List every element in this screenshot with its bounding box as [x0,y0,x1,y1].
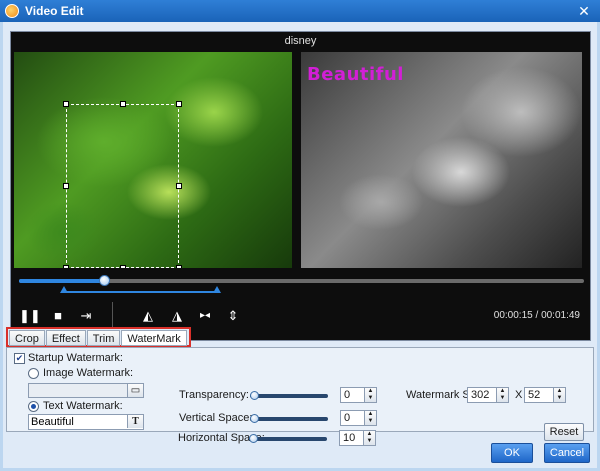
spinner-arrows-icon[interactable]: ▲ ▼ [553,388,565,402]
output-preview: Beautiful [301,52,582,268]
pause-icon[interactable]: ❚❚ [19,307,41,325]
trim-range [63,291,217,293]
image-watermark-label: Image Watermark: [43,367,134,379]
flip-vertical-icon[interactable]: ⇕ [224,307,242,325]
dialog-body: disney Beautiful ❚❚ ■ ⇥ ◭ ◮ ▸◂ ⇕ 00:00:1… [3,22,597,468]
vertical-space-spinner[interactable]: 0 ▲ ▼ [340,410,377,426]
crop-handle-right[interactable] [176,183,182,189]
slider-knob[interactable] [249,434,258,443]
window-title: Video Edit [25,4,84,18]
image-path-field[interactable]: ▭ [28,383,144,398]
watermark-width-spinner[interactable]: 302 ▲ ▼ [467,387,509,403]
horizontal-space-slider[interactable] [249,434,327,444]
slider-track [249,437,327,441]
snapshot-icon[interactable]: ⇥ [77,307,95,325]
transparency-spinner[interactable]: 0 ▲ ▼ [340,387,377,403]
rotate-left-icon[interactable]: ◭ [139,307,157,325]
radio-off-icon [28,367,39,379]
horizontal-space-spinner[interactable]: 10 ▲ ▼ [339,430,376,446]
spinner-arrows-icon[interactable]: ▲ ▼ [363,431,375,445]
reset-button[interactable]: Reset [544,423,584,441]
transparency-value: 0 [344,389,351,401]
flip-horizontal-icon[interactable]: ▸◂ [196,307,214,325]
watermark-width-value: 302 [471,389,490,401]
trim-start-marker[interactable] [60,286,68,293]
video-filename: disney [284,35,317,47]
crop-handle-left[interactable] [63,183,69,189]
crop-handle-top-left[interactable] [63,101,69,107]
spinner-arrows-icon[interactable]: ▲ ▼ [364,388,376,402]
watermark-preview-text: Beautiful [307,64,404,85]
stop-icon[interactable]: ■ [49,307,67,325]
vertical-space-slider[interactable] [250,414,328,424]
crop-handle-bottom-right[interactable] [176,265,182,268]
tab-trim[interactable]: Trim [86,330,121,346]
text-watermark-field[interactable]: T [28,414,144,430]
size-x-label: X [515,389,523,401]
crop-handle-bottom[interactable] [119,265,126,268]
watermark-height-spinner[interactable]: 52 ▲ ▼ [524,387,566,403]
crop-selection[interactable] [63,101,182,268]
slider-knob[interactable] [250,391,259,400]
text-watermark-radio[interactable]: Text Watermark: [28,400,123,412]
tab-watermark[interactable]: WaterMark [121,330,187,346]
controls-divider [112,302,113,330]
startup-watermark-checkbox[interactable]: ✔ Startup Watermark: [14,352,123,364]
transparency-label: Transparency: [179,389,249,401]
startup-watermark-label: Startup Watermark: [28,352,123,364]
time-readout: 00:00:15 / 00:01:49 [494,310,580,321]
folder-icon[interactable]: ▭ [127,384,143,397]
text-format-icon[interactable]: T [127,415,143,428]
horizontal-space-value: 10 [343,432,356,444]
image-path-input[interactable] [29,384,127,397]
edit-tabs: Crop Effect Trim WaterMark [6,327,191,347]
image-watermark-radio[interactable]: Image Watermark: [28,367,133,379]
text-watermark-input[interactable] [29,415,127,428]
crop-handle-top[interactable] [119,101,126,107]
slider-track [250,394,328,398]
watermark-height-value: 52 [528,389,541,401]
app-icon [5,4,19,18]
time-separator: / [535,310,539,321]
slider-knob[interactable] [250,414,259,423]
timeline-knob[interactable] [98,275,110,286]
transparency-slider[interactable] [250,391,328,401]
timeline-progress [19,279,104,283]
original-preview [14,52,292,268]
spinner-arrows-icon[interactable]: ▲ ▼ [364,411,376,425]
rotate-right-icon[interactable]: ◮ [168,307,186,325]
close-icon[interactable]: ✕ [576,3,592,19]
total-time: 00:01:49 [541,310,580,321]
vertical-space-value: 0 [344,412,351,424]
slider-track [250,417,328,421]
tab-effect[interactable]: Effect [45,330,86,346]
radio-on-icon [28,400,39,412]
crop-handle-top-right[interactable] [176,101,182,107]
watermark-settings-panel: ✔ Startup Watermark: Image Watermark: ▭ … [6,347,594,441]
current-time: 00:00:15 [493,310,533,321]
vertical-space-label: Vertical Space: [179,412,253,424]
text-watermark-label: Text Watermark: [43,400,123,412]
tab-crop[interactable]: Crop [9,330,45,346]
playback-timeline[interactable] [19,275,584,286]
trim-end-marker[interactable] [213,286,221,293]
ok-button[interactable]: OK [491,443,533,463]
video-panel: disney Beautiful ❚❚ ■ ⇥ ◭ ◮ ▸◂ ⇕ 00:00:1… [10,31,591,341]
spinner-arrows-icon[interactable]: ▲ ▼ [496,388,508,402]
checkbox-check-icon: ✔ [14,352,25,364]
title-bar: Video Edit ✕ [0,0,600,22]
crop-handle-bottom-left[interactable] [63,265,69,268]
cancel-button[interactable]: Cancel [544,443,590,463]
